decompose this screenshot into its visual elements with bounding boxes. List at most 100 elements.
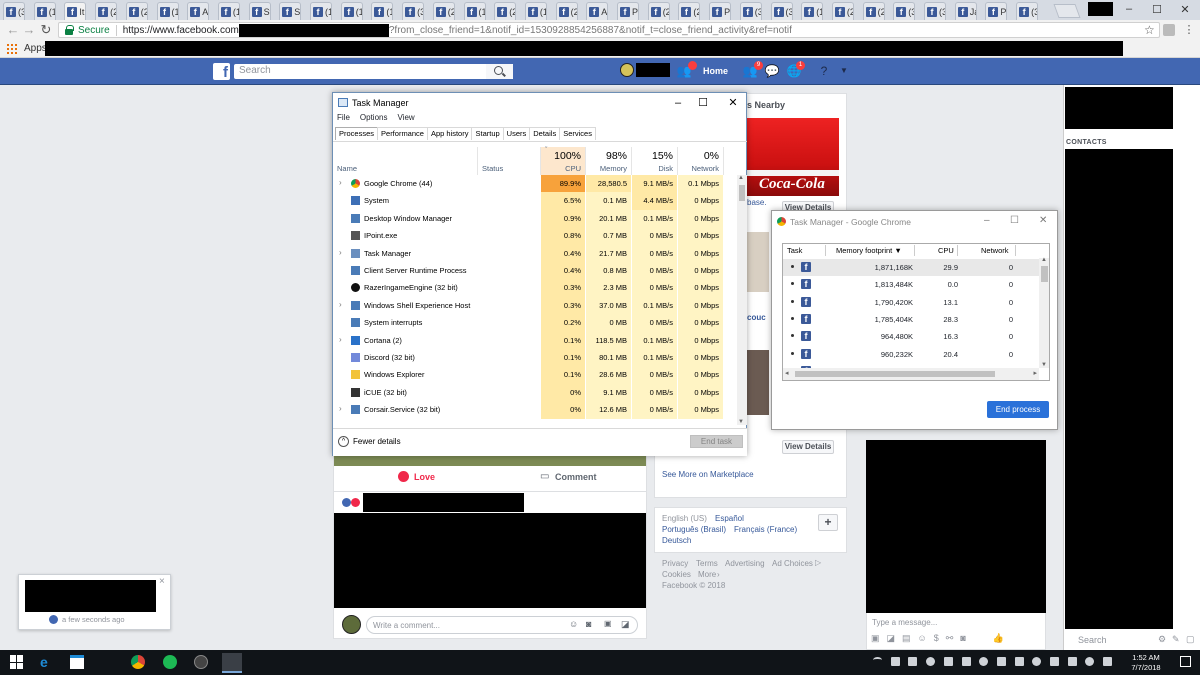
tray-network-icon[interactable] bbox=[1050, 657, 1059, 666]
tab-processes[interactable]: Processes bbox=[335, 127, 379, 140]
like-icon[interactable]: 👍 bbox=[993, 633, 1004, 645]
lang-link[interactable]: Português (Brasil) bbox=[662, 525, 726, 534]
chrome-task-row[interactable]: f 1,813,484K 0.0 0 bbox=[783, 276, 1039, 293]
col-name-header[interactable]: Name bbox=[333, 147, 478, 175]
menu-options[interactable]: Options bbox=[360, 113, 388, 126]
chrome-tm-maximize-button[interactable]: ☐ bbox=[1010, 215, 1019, 226]
browser-tab[interactable]: f(1 bbox=[524, 2, 547, 20]
end-process-button[interactable]: End process bbox=[987, 401, 1049, 418]
process-row[interactable]: › Cortana (2) 0.1% 118.5 MB 0.1 MB/s 0 Mbps bbox=[333, 331, 738, 349]
tray-volume-icon[interactable] bbox=[1067, 657, 1077, 666]
reload-button[interactable]: ↻ bbox=[39, 22, 53, 38]
browser-tab[interactable]: f(1 bbox=[340, 2, 363, 20]
edge-icon[interactable]: e bbox=[40, 655, 54, 669]
browser-tab[interactable]: f(2 bbox=[95, 2, 118, 20]
col-status-header[interactable]: Status bbox=[478, 147, 541, 175]
tray-app-icon[interactable] bbox=[908, 657, 918, 666]
process-row[interactable]: System 6.5% 0.1 MB 4.4 MB/s 0 Mbps bbox=[333, 192, 738, 210]
sidebar-expand-icon[interactable]: ▢ bbox=[1186, 634, 1195, 645]
sidebar-search-input[interactable]: Search bbox=[1078, 635, 1107, 645]
footer-terms-link[interactable]: Terms bbox=[696, 559, 718, 568]
facebook-logo-icon[interactable]: f bbox=[213, 63, 230, 81]
browser-tab[interactable]: fSt bbox=[248, 2, 271, 20]
close-window-button[interactable]: ✕ bbox=[1168, 0, 1200, 18]
process-row[interactable]: RazerIngameEngine (32 bit) 0.3% 2.3 MB 0 MB… bbox=[333, 279, 738, 297]
tab-close-icon[interactable]: × bbox=[85, 6, 86, 17]
browser-tab[interactable]: f(1 bbox=[463, 2, 486, 20]
facebook-search-button[interactable] bbox=[486, 64, 513, 79]
footer-privacy-link[interactable]: Privacy bbox=[662, 559, 688, 568]
tab-details[interactable]: Details bbox=[529, 127, 561, 140]
omnibox[interactable]: Secure https://www.facebook.com ?from_cl… bbox=[58, 22, 1160, 38]
chrome-task-vscrollbar[interactable]: ▲ ▼ bbox=[1039, 257, 1049, 368]
tray-steam-icon[interactable] bbox=[943, 657, 953, 666]
forward-button[interactable]: → bbox=[22, 22, 36, 38]
windows-start-icon[interactable] bbox=[10, 655, 24, 669]
apps-icon[interactable] bbox=[7, 44, 17, 54]
col-disk-header[interactable]: 15% Disk bbox=[632, 147, 678, 175]
razer-taskbar-icon[interactable] bbox=[194, 655, 208, 669]
browser-tab[interactable]: f(1 bbox=[217, 2, 240, 20]
chrome-task-row[interactable]: f 960,232K 20.4 0 bbox=[783, 346, 1039, 363]
tray-onedrive-icon[interactable] bbox=[979, 657, 989, 666]
process-row[interactable]: iCUE (32 bit) 0% 9.1 MB 0 MB/s 0 Mbps bbox=[333, 383, 738, 402]
footer-more-link[interactable]: More bbox=[698, 570, 716, 579]
see-more-marketplace-link[interactable]: See More on Marketplace bbox=[662, 470, 754, 479]
browser-tab[interactable]: fIt× bbox=[64, 2, 87, 20]
expand-chevron-icon[interactable]: › bbox=[339, 300, 342, 309]
marketplace-item-image[interactable]: Coca-Cola bbox=[745, 118, 839, 196]
task-manager-window[interactable]: Task Manager – ☐ ✕ File Options View Pro… bbox=[332, 92, 747, 456]
expand-chevron-icon[interactable]: › bbox=[339, 248, 342, 257]
browser-tab[interactable]: f(1 bbox=[156, 2, 179, 20]
footer-advertising-link[interactable]: Advertising bbox=[725, 559, 765, 568]
tab-performance[interactable]: Performance bbox=[377, 127, 428, 140]
process-row[interactable]: IPoint.exe 0.8% 0.7 MB 0 MB/s 0 Mbps bbox=[333, 227, 738, 245]
process-row[interactable]: › Windows Shell Experience Host 0.3% 37.0 M… bbox=[333, 296, 738, 315]
process-row[interactable]: Discord (32 bit) 0.1% 80.1 MB 0.1 MB/s 0 Mbp… bbox=[333, 349, 738, 367]
home-link[interactable]: Home bbox=[703, 66, 728, 76]
chrome-task-row[interactable]: f 1,785,404K 28.3 0 bbox=[783, 311, 1039, 328]
col-cpu-header[interactable]: CPU bbox=[938, 246, 954, 255]
end-task-button[interactable]: End task bbox=[690, 435, 743, 448]
expand-chevron-icon[interactable]: › bbox=[339, 335, 342, 344]
tray-app-icon[interactable] bbox=[1032, 657, 1042, 666]
col-task-header[interactable]: Task bbox=[787, 246, 802, 255]
fewer-details-button[interactable]: ^ Fewer details bbox=[338, 436, 401, 447]
browser-tab[interactable]: f(1 bbox=[801, 2, 824, 20]
toast-close-button[interactable]: × bbox=[159, 576, 165, 587]
tray-keyboard-icon[interactable] bbox=[1103, 657, 1113, 666]
browser-tab[interactable]: f(3 bbox=[3, 2, 25, 20]
browser-tab[interactable]: f(2 bbox=[432, 2, 455, 20]
browser-tab[interactable]: f(3 bbox=[770, 2, 793, 20]
process-row[interactable]: Desktop Window Manager 0.9% 20.1 MB 0.1 MB/… bbox=[333, 209, 738, 228]
image-icon[interactable]: ▣ bbox=[871, 633, 880, 645]
browser-tab[interactable]: f(1 bbox=[371, 2, 394, 20]
browser-tab[interactable]: fA bbox=[586, 2, 609, 20]
scrollbar-thumb[interactable] bbox=[739, 185, 745, 201]
process-row[interactable]: Windows Explorer 0.1% 28.6 MB 0 MB/s 0 Mbps bbox=[333, 366, 738, 384]
taskbar-clock[interactable]: 1:52 AM 7/7/2018 bbox=[1125, 653, 1167, 673]
expand-chevron-icon[interactable]: › bbox=[339, 178, 342, 187]
tm-maximize-button[interactable]: ☐ bbox=[688, 95, 718, 111]
process-row[interactable]: System interrupts 0.2% 0 MB 0 MB/s 0 Mbps bbox=[333, 314, 738, 332]
col-memory-header[interactable]: 98% Memory bbox=[586, 147, 632, 175]
browser-tab[interactable]: f(3 bbox=[402, 2, 425, 20]
marketplace-item-image-2[interactable] bbox=[747, 232, 769, 292]
process-row[interactable]: Client Server Runtime Process 0.4% 0.8 MB 0… bbox=[333, 262, 738, 280]
chrome-task-row[interactable]: f 964,480K 16.3 0 bbox=[783, 328, 1039, 345]
task-manager-taskbar-icon[interactable] bbox=[222, 653, 242, 673]
chat-message-input[interactable]: Type a message... bbox=[872, 618, 937, 627]
chrome-task-manager-window[interactable]: Task Manager - Google Chrome – ☐ ✕ Task … bbox=[771, 210, 1058, 430]
bookmark-star-icon[interactable]: ☆ bbox=[1144, 23, 1155, 37]
sidebar-new-message-icon[interactable]: ✎ bbox=[1172, 634, 1180, 645]
tab-app-history[interactable]: App history bbox=[426, 127, 473, 140]
browser-tab[interactable]: fPe bbox=[709, 2, 732, 20]
chrome-task-row[interactable]: f 1,871,168K 29.9 0 bbox=[783, 259, 1039, 277]
tm-close-button[interactable]: ✕ bbox=[718, 95, 748, 111]
browser-tab[interactable]: f(2 bbox=[125, 2, 148, 20]
tab-users[interactable]: Users bbox=[502, 127, 531, 140]
gif-icon[interactable]: ▤ bbox=[902, 633, 911, 645]
facebook-search-input[interactable]: Search bbox=[234, 64, 513, 79]
browser-tab[interactable]: f(2 bbox=[678, 2, 701, 20]
spotify-icon[interactable] bbox=[163, 655, 177, 669]
